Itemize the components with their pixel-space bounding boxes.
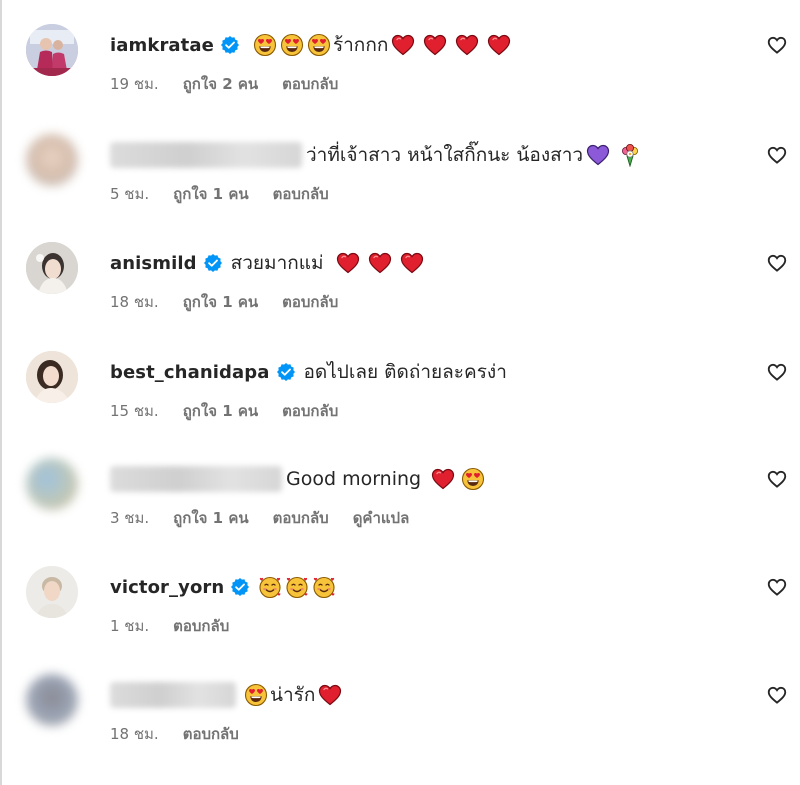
comment-item: iamkratae ร้ากกก 19 ชม. ถูกใจ 2 คน ตอบกล… bbox=[0, 24, 800, 132]
username[interactable]: anismild bbox=[110, 253, 197, 274]
like-heart-icon[interactable] bbox=[766, 576, 788, 598]
comment-meta: 1 ชม. ตอบกลับ bbox=[110, 614, 253, 638]
red-heart-emoji bbox=[400, 251, 424, 275]
username[interactable]: iamkratae bbox=[110, 35, 214, 56]
comment-content: best_chanidapa อดไปเลย ติดถ่ายละครง่า bbox=[110, 355, 507, 389]
likes-count[interactable]: ถูกใจ 1 คน bbox=[183, 290, 258, 314]
comment-time: 18 ชม. bbox=[110, 725, 159, 743]
comment-item: victor_yorn 1 ชม. ตอบกลับ bbox=[0, 566, 800, 674]
comment-time: 18 ชม. bbox=[110, 293, 159, 311]
avatar[interactable] bbox=[26, 351, 78, 403]
red-heart-emoji bbox=[431, 467, 455, 491]
username[interactable]: victor_yorn bbox=[110, 577, 224, 598]
red-heart-emoji bbox=[487, 33, 511, 57]
comment-time: 1 ชม. bbox=[110, 617, 150, 635]
like-heart-icon[interactable] bbox=[766, 684, 788, 706]
reply-button[interactable]: ตอบกลับ bbox=[183, 722, 239, 746]
comment-meta: 18 ชม. ตอบกลับ bbox=[110, 722, 263, 746]
heart-eyes-emoji bbox=[307, 33, 331, 57]
username-blurred[interactable] bbox=[110, 142, 302, 168]
heart-eyes-emoji bbox=[461, 467, 485, 491]
comment-item: best_chanidapa อดไปเลย ติดถ่ายละครง่า 15… bbox=[0, 351, 800, 459]
comment-time: 15 ชม. bbox=[110, 402, 159, 420]
comment-meta: 5 ชม. ถูกใจ 1 คน ตอบกลับ bbox=[110, 182, 353, 206]
comment-text: สวยมากแม่ bbox=[230, 252, 324, 274]
reply-button[interactable]: ตอบกลับ bbox=[273, 506, 329, 530]
verified-badge-icon bbox=[276, 362, 296, 382]
heart-eyes-emoji bbox=[280, 33, 304, 57]
verified-badge-icon bbox=[203, 253, 223, 273]
smiling-face-with-hearts-emoji bbox=[258, 575, 282, 599]
see-translation-button[interactable]: ดูคำแปล bbox=[353, 506, 410, 530]
comment-time: 3 ชม. bbox=[110, 509, 150, 527]
avatar-photo bbox=[26, 566, 78, 618]
comment-meta: 3 ชม. ถูกใจ 1 คน ตอบกลับ ดูคำแปล bbox=[110, 506, 433, 530]
comment-meta: 19 ชม. ถูกใจ 2 คน ตอบกลับ bbox=[110, 72, 362, 96]
avatar[interactable] bbox=[26, 566, 78, 618]
username-blurred[interactable] bbox=[110, 466, 282, 492]
avatar[interactable] bbox=[26, 242, 78, 294]
heart-eyes-emoji bbox=[253, 33, 277, 57]
username[interactable]: best_chanidapa bbox=[110, 362, 270, 383]
comment-time: 19 ชม. bbox=[110, 75, 159, 93]
avatar[interactable] bbox=[26, 458, 78, 510]
avatar[interactable] bbox=[26, 674, 78, 726]
red-heart-emoji bbox=[391, 33, 415, 57]
comment-item: Good morning 3 ชม. ถูกใจ 1 คน ตอบกลับ ดู… bbox=[0, 458, 800, 566]
like-heart-icon[interactable] bbox=[766, 34, 788, 56]
comment-item: anismild สวยมากแม่ 18 ชม. ถูกใจ 1 คน ตอบ… bbox=[0, 242, 800, 350]
red-heart-emoji bbox=[368, 251, 392, 275]
verified-badge-icon bbox=[230, 577, 250, 597]
username-blurred[interactable] bbox=[110, 682, 236, 708]
comment-text: Good morning bbox=[286, 468, 422, 490]
red-heart-emoji bbox=[318, 683, 342, 707]
red-heart-emoji bbox=[455, 33, 479, 57]
verified-badge-icon bbox=[220, 35, 240, 55]
avatar[interactable] bbox=[26, 24, 78, 76]
avatar[interactable] bbox=[26, 134, 78, 186]
like-heart-icon[interactable] bbox=[766, 468, 788, 490]
reply-button[interactable]: ตอบกลับ bbox=[273, 182, 329, 206]
like-heart-icon[interactable] bbox=[766, 361, 788, 383]
comment-content: victor_yorn bbox=[110, 570, 336, 604]
comment-text: น่ารัก bbox=[270, 684, 316, 706]
likes-count[interactable]: ถูกใจ 1 คน bbox=[173, 506, 248, 530]
comment-time: 5 ชม. bbox=[110, 185, 150, 203]
likes-count[interactable]: ถูกใจ 1 คน bbox=[173, 182, 248, 206]
comment-content: Good morning bbox=[110, 462, 485, 496]
comment-item: ว่าที่เจ้าสาว หน้าใสกิ๊กนะ น้องสาว 5 ชม.… bbox=[0, 134, 800, 242]
comment-content: น่ารัก bbox=[110, 678, 342, 712]
bouquet-emoji bbox=[618, 143, 642, 167]
reply-button[interactable]: ตอบกลับ bbox=[282, 399, 338, 423]
heart-eyes-emoji bbox=[244, 683, 268, 707]
likes-count[interactable]: ถูกใจ 2 คน bbox=[183, 72, 258, 96]
reply-button[interactable]: ตอบกลับ bbox=[282, 72, 338, 96]
comment-text: อดไปเลย ติดถ่ายละครง่า bbox=[303, 361, 507, 383]
comment-text: ว่าที่เจ้าสาว หน้าใสกิ๊กนะ น้องสาว bbox=[306, 144, 584, 166]
comment-content: anismild สวยมากแม่ bbox=[110, 246, 424, 280]
likes-count[interactable]: ถูกใจ 1 คน bbox=[183, 399, 258, 423]
like-heart-icon[interactable] bbox=[766, 252, 788, 274]
comment-item: น่ารัก 18 ชม. ตอบกลับ bbox=[0, 674, 800, 782]
avatar-photo bbox=[26, 351, 78, 403]
like-heart-icon[interactable] bbox=[766, 144, 788, 166]
reply-button[interactable]: ตอบกลับ bbox=[173, 614, 229, 638]
comment-text: ร้ากกก bbox=[332, 34, 389, 56]
purple-heart-emoji bbox=[586, 143, 610, 167]
avatar-photo bbox=[26, 24, 78, 76]
red-heart-emoji bbox=[423, 33, 447, 57]
smiling-face-with-hearts-emoji bbox=[312, 575, 336, 599]
comment-content: iamkratae ร้ากกก bbox=[110, 28, 511, 62]
comment-content: ว่าที่เจ้าสาว หน้าใสกิ๊กนะ น้องสาว bbox=[110, 138, 642, 172]
comment-meta: 18 ชม. ถูกใจ 1 คน ตอบกลับ bbox=[110, 290, 362, 314]
comment-meta: 15 ชม. ถูกใจ 1 คน ตอบกลับ bbox=[110, 399, 362, 423]
smiling-face-with-hearts-emoji bbox=[285, 575, 309, 599]
avatar-photo bbox=[26, 242, 78, 294]
red-heart-emoji bbox=[336, 251, 360, 275]
reply-button[interactable]: ตอบกลับ bbox=[282, 290, 338, 314]
